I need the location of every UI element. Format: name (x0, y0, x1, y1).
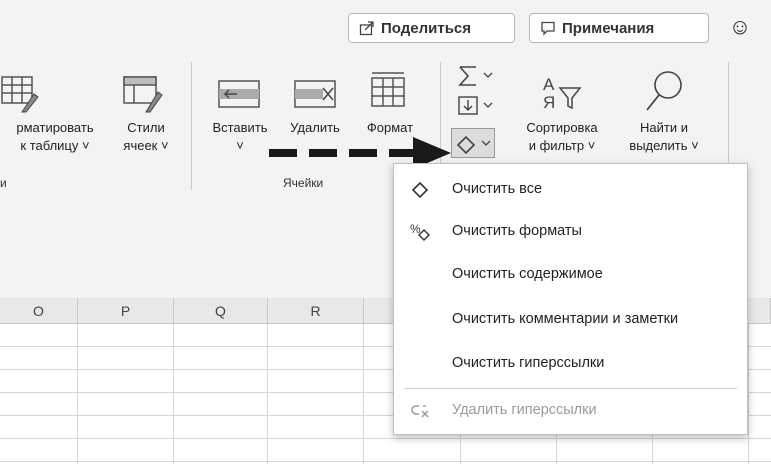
chevron-down-icon: ˅ (587, 138, 596, 153)
menu-item-label: Очистить гиперссылки (452, 355, 605, 371)
grid-line (267, 324, 268, 464)
search-icon (642, 68, 686, 119)
comments-label: Примечания (562, 19, 655, 37)
menu-item-clear-all[interactable]: Очистить все (394, 169, 747, 209)
column-header-p[interactable]: P (78, 298, 174, 324)
grid-line (77, 324, 78, 464)
unlink-icon (410, 399, 432, 421)
menu-item-label: Очистить содержимое (452, 266, 603, 282)
menu-item-clear-comments[interactable]: Очистить комментарии и заметки (394, 299, 747, 339)
format-as-table-button[interactable]: рматировать к таблицу ˅ (0, 119, 110, 155)
menu-item-label: Очистить комментарии и заметки (452, 311, 679, 327)
sort-filter-icon: А Я (540, 72, 584, 119)
clear-dropdown-menu: Очистить все % Очистить форматы Очистить… (393, 163, 748, 435)
svg-text:Я: Я (543, 93, 555, 112)
find-select-line2: выделить (629, 138, 688, 153)
cell-styles-line1: Стили (127, 120, 165, 135)
format-cells-icon (368, 70, 408, 117)
autosum-icon[interactable] (456, 64, 496, 93)
sort-filter-button[interactable]: Сортировка и фильтр ˅ (510, 119, 614, 155)
grid-line (748, 324, 749, 464)
menu-separator (404, 388, 737, 389)
menu-item-clear-hyperlinks[interactable]: Очистить гиперссылки (394, 343, 747, 383)
comments-button[interactable]: Примечания (529, 13, 709, 43)
eraser-icon (456, 135, 491, 155)
chevron-down-icon: ˅ (82, 138, 90, 153)
grid-line (0, 461, 771, 462)
comment-icon (541, 21, 555, 36)
menu-item-remove-hyperlinks[interactable]: Удалить гиперссылки (394, 390, 747, 430)
format-table-line1: рматировать (16, 120, 94, 135)
cell-styles-line2: ячеек (123, 138, 158, 153)
find-select-button[interactable]: Найти и выделить ˅ (612, 119, 716, 155)
share-label: Поделиться (381, 19, 472, 37)
find-select-line1: Найти и (640, 120, 688, 135)
delete-cells-icon (293, 78, 337, 117)
share-button[interactable]: Поделиться (348, 13, 515, 43)
menu-item-label: Очистить все (452, 181, 543, 197)
menu-item-label: Очистить форматы (452, 223, 582, 239)
group-separator (728, 62, 729, 162)
styles-group-label: и (0, 176, 7, 190)
cells-group-label: Ячейки (283, 176, 324, 190)
svg-text:А: А (543, 75, 555, 94)
grid-line (0, 438, 771, 439)
format-as-table-icon (0, 74, 40, 119)
menu-item-label: Удалить гиперссылки (452, 402, 597, 418)
menu-item-clear-formats[interactable]: % Очистить форматы (394, 211, 747, 251)
cell-styles-icon (122, 74, 164, 119)
group-separator (191, 62, 192, 190)
column-header-r[interactable]: R (268, 298, 364, 324)
sort-filter-line2: и фильтр (528, 138, 585, 153)
eraser-icon (410, 178, 432, 200)
smiley-icon[interactable]: ☺ (726, 13, 754, 41)
cell-styles-button[interactable]: Стили ячеек ˅ (114, 119, 178, 155)
clear-button[interactable] (451, 128, 495, 158)
title-bar: Поделиться Примечания ☺ (0, 0, 771, 50)
share-icon (359, 21, 374, 36)
sort-filter-line1: Сортировка (526, 120, 598, 135)
chevron-down-icon: ˅ (161, 138, 169, 153)
column-header-q[interactable]: Q (174, 298, 268, 324)
fill-icon[interactable] (456, 94, 496, 123)
percent-eraser-icon: % (410, 220, 432, 242)
column-header-o[interactable]: O (0, 298, 78, 324)
insert-cells-icon (217, 78, 261, 117)
grid-line (363, 324, 364, 464)
grid-line (173, 324, 174, 464)
format-table-line2: к таблицу (20, 138, 79, 153)
menu-item-clear-contents[interactable]: Очистить содержимое (394, 254, 747, 294)
chevron-down-icon: ˅ (691, 138, 699, 153)
